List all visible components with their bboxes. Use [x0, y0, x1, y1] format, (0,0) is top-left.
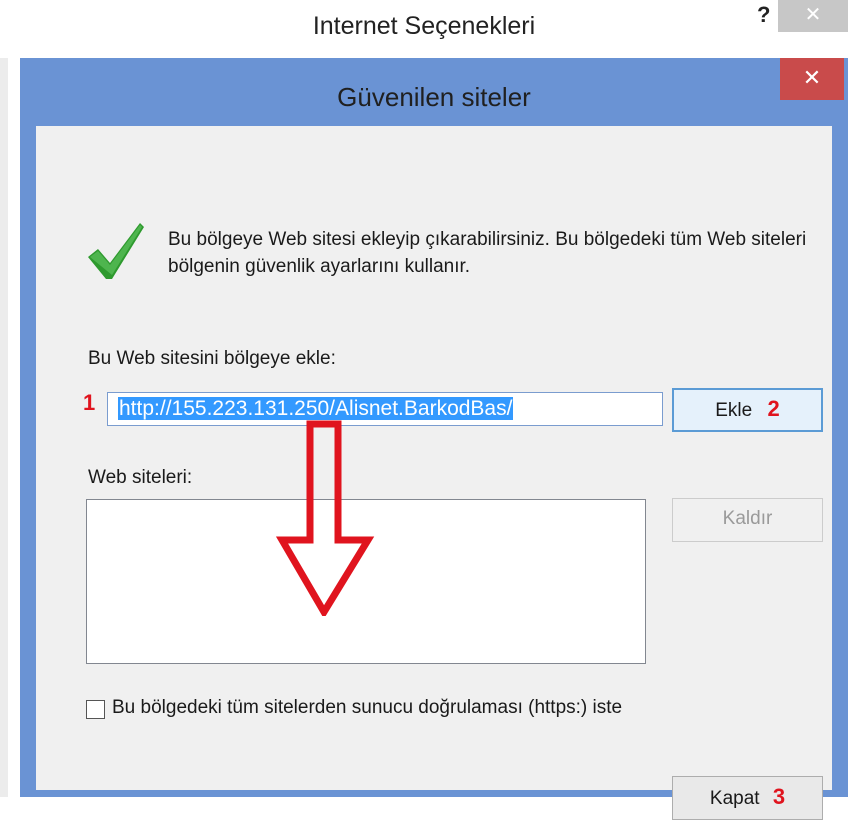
trusted-sites-dialog: Güvenilen siteler ✕ Bu bölgeye Web sites… — [20, 58, 848, 820]
parent-window-frame-left — [0, 58, 8, 797]
checkmark-icon — [88, 223, 144, 279]
add-site-input-value: http://155.223.131.250/Alisnet.BarkodBas… — [118, 397, 514, 420]
add-button-label: Ekle — [715, 400, 753, 421]
step-2-annotation: 2 — [767, 396, 780, 421]
dialog-close-button[interactable]: ✕ — [780, 58, 844, 100]
parent-window-titlebar: Internet Seçenekleri ? ✕ — [0, 0, 848, 58]
close-button-label: Kapat — [709, 788, 760, 809]
help-button[interactable]: ? — [757, 2, 770, 28]
step-1-annotation: 1 — [83, 390, 96, 415]
dialog-content: Bu bölgeye Web sitesi ekleyip çıkarabili… — [36, 126, 832, 820]
close-button[interactable]: Kapat 3 — [672, 776, 823, 820]
add-button[interactable]: Ekle 2 — [672, 388, 823, 432]
add-site-label: Bu Web sitesini bölgeye ekle: — [88, 348, 336, 369]
add-site-input[interactable]: http://155.223.131.250/Alisnet.BarkodBas… — [107, 392, 663, 426]
parent-window-title: Internet Seçenekleri — [312, 12, 536, 40]
zone-description: Bu bölgeye Web sitesi ekleyip çıkarabili… — [168, 229, 807, 277]
down-arrow-annotation — [276, 420, 375, 616]
https-checkbox[interactable] — [86, 700, 105, 719]
remove-button[interactable]: Kaldır — [672, 498, 823, 542]
parent-close-button[interactable]: ✕ — [778, 0, 848, 32]
dialog-title: Güvenilen siteler — [337, 82, 531, 112]
https-checkbox-label: Bu bölgedeki tüm sitelerden sunucu doğru… — [112, 697, 623, 718]
websites-label: Web siteleri: — [88, 467, 193, 488]
